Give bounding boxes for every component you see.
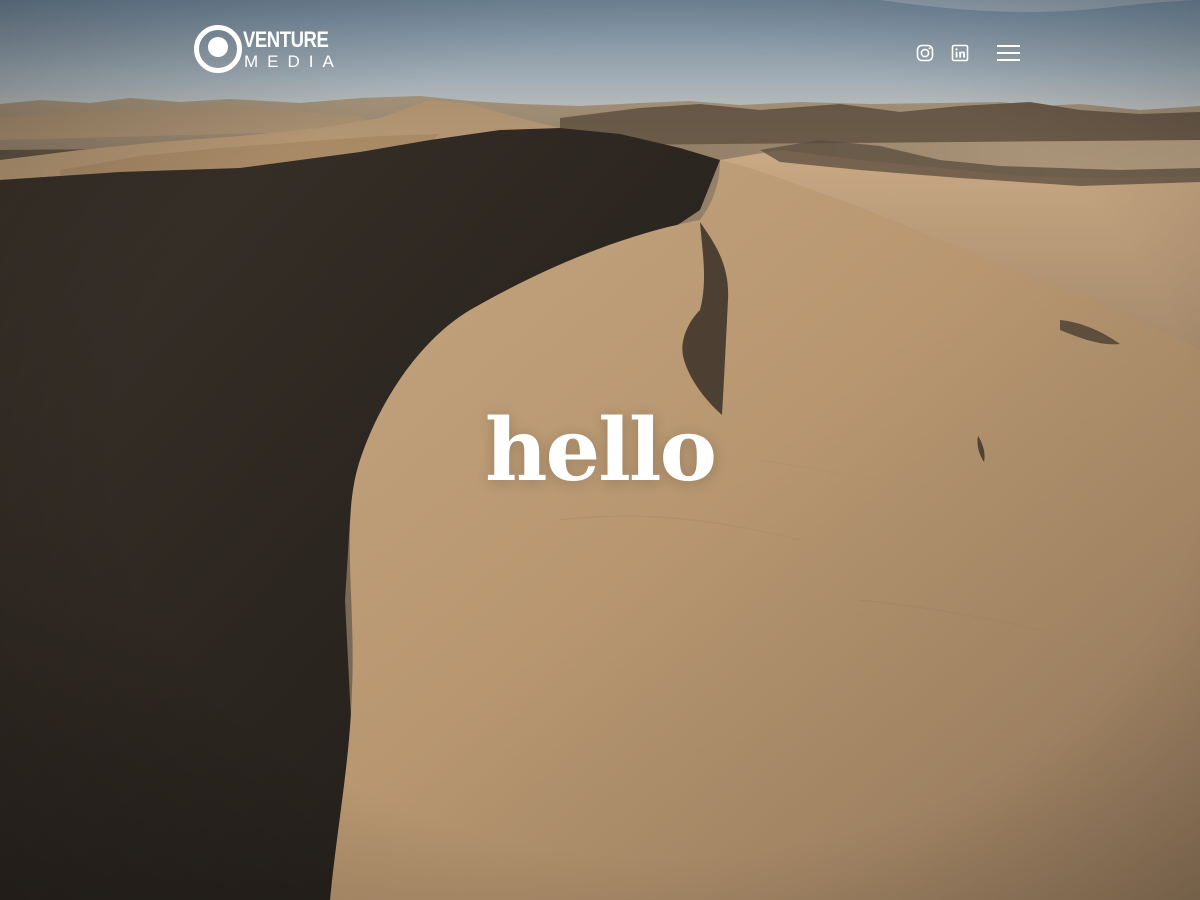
- instagram-link[interactable]: [915, 43, 935, 63]
- logo-wordmark-top: VENTURE: [243, 27, 329, 52]
- hero-headline: hello: [485, 400, 717, 501]
- logo-circle-icon: [194, 25, 242, 73]
- menu-button[interactable]: [996, 42, 1022, 64]
- instagram-icon: [916, 44, 934, 62]
- header-nav: [900, 38, 1022, 68]
- linkedin-link[interactable]: [950, 43, 970, 63]
- hamburger-menu-icon: [997, 45, 1020, 61]
- linkedin-icon: [951, 44, 969, 62]
- hero-section: VENTURE MEDIA hello: [0, 0, 1200, 900]
- logo-wordmark-bottom: MEDIA: [244, 52, 343, 71]
- venture-media-logo[interactable]: VENTURE MEDIA: [193, 24, 334, 76]
- site-header: VENTURE MEDIA: [0, 0, 1200, 110]
